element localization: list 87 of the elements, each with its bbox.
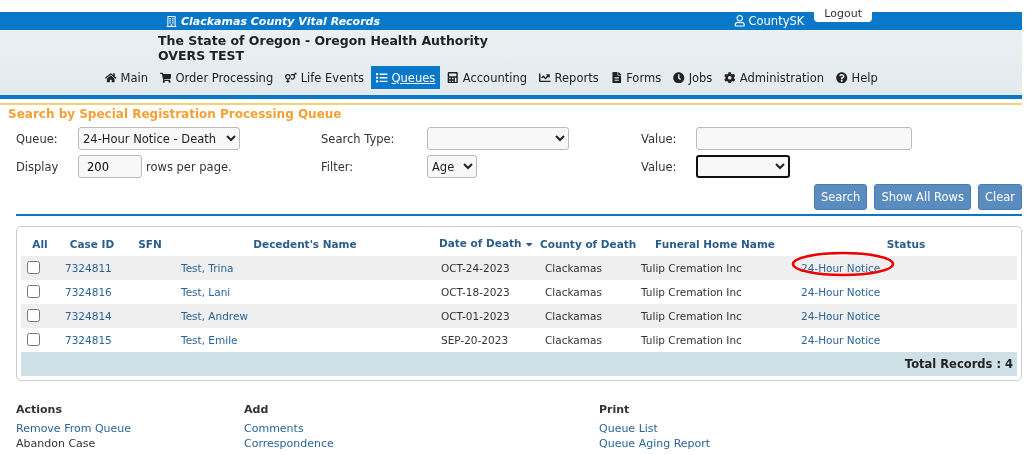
column-header: Status [886, 237, 926, 250]
group-heading: Actions [16, 403, 63, 416]
environment-label: OVERS TEST [158, 48, 246, 63]
gear-icon [724, 71, 736, 84]
home-icon [105, 71, 117, 84]
nav-tab[interactable]: Accounting [442, 66, 533, 89]
table-cell: Tulip Cremation Inc [641, 310, 742, 322]
clock-icon [673, 71, 685, 84]
nav-tab[interactable]: Life Events [280, 66, 370, 89]
filter-select[interactable]: Age [427, 155, 477, 178]
table-cell: Tulip Cremation Inc [641, 286, 742, 298]
row-checkbox[interactable] [27, 308, 40, 322]
table-cell: OCT-18-2023 [441, 286, 510, 298]
table-cell: OCT-24-2023 [441, 262, 510, 274]
action-link[interactable]: Queue Aging Report [599, 437, 899, 450]
app-title: Clackamas County Vital Records [181, 14, 380, 28]
table-cell: OCT-01-2023 [441, 310, 510, 322]
row-checkbox[interactable] [27, 260, 40, 274]
action-link[interactable]: Remove From Queue [16, 422, 244, 435]
rows-field[interactable]: 200 [78, 155, 142, 178]
column-header: Case ID [69, 237, 115, 250]
column-header: SFN [138, 237, 162, 250]
total-records: Total Records : 4 [21, 352, 1017, 376]
group-heading: Print [599, 403, 631, 416]
section-title: Search by Special Registration Processing Queue [7, 106, 343, 123]
nav-tab[interactable]: Jobs [668, 66, 718, 89]
table-cell: Tulip Cremation Inc [641, 334, 742, 346]
nav-tab[interactable]: Administration [719, 66, 829, 89]
nav-tab[interactable]: Order Processing [154, 66, 279, 89]
column-header: Funeral Home Name [655, 237, 775, 250]
name-link[interactable]: Test, Lani [181, 286, 231, 298]
table-cell: Tulip Cremation Inc [641, 262, 742, 274]
gender-icon [285, 71, 297, 84]
table-cell: SEP-20-2023 [441, 334, 509, 346]
search-button[interactable]: Search [813, 184, 868, 210]
field-label: Filter: [321, 159, 355, 174]
user-icon [734, 15, 746, 27]
field-label: Search Type: [321, 131, 396, 146]
line-chart-icon [539, 71, 551, 84]
column-header[interactable]: Date of Death [439, 237, 522, 250]
field-label: rows per page. [146, 159, 232, 174]
column-header: County of Death [540, 237, 637, 250]
building-icon [166, 15, 177, 27]
nav-tab[interactable]: Forms [605, 66, 667, 89]
calculator-icon [447, 71, 459, 84]
table-cell: Clackamas [545, 310, 602, 322]
case-id-link[interactable]: 7324811 [65, 262, 112, 274]
nav-tab[interactable]: Help [831, 66, 883, 89]
status-link[interactable]: 24-Hour Notice [801, 334, 881, 346]
cart-icon [159, 71, 172, 84]
case-id-link[interactable]: 7324816 [65, 286, 112, 298]
user-name: CountySK [734, 14, 805, 28]
nav-tab[interactable]: Main [100, 66, 153, 89]
table-cell: Clackamas [545, 262, 602, 274]
field-label: Display [16, 159, 60, 174]
search-button[interactable]: Show All Rows [874, 184, 971, 210]
nav-tab[interactable]: Queues [371, 66, 441, 89]
action-link[interactable]: Correspondence [244, 437, 599, 450]
group-heading: Add [244, 403, 270, 416]
status-link[interactable]: 24-Hour Notice [801, 286, 881, 298]
field-label: Queue: [16, 131, 59, 146]
document-icon [610, 71, 623, 84]
case-id-link[interactable]: 7324814 [65, 310, 112, 322]
queue-select[interactable]: 24-Hour Notice - Death [78, 127, 240, 150]
column-header: Decedent's Name [253, 237, 357, 250]
action-link[interactable]: Queue List [599, 422, 899, 435]
field-label: Value: [641, 131, 678, 146]
column-header: All [32, 237, 48, 250]
table-cell: Clackamas [545, 334, 602, 346]
name-link[interactable]: Test, Emile [181, 334, 238, 346]
field-label: Value: [641, 159, 678, 174]
help-icon [836, 71, 848, 84]
status-link[interactable]: 24-Hour Notice [801, 310, 881, 322]
name-link[interactable]: Test, Trina [181, 262, 234, 274]
value-select[interactable] [696, 155, 790, 178]
case-id-link[interactable]: 7324815 [65, 334, 112, 346]
list-icon [376, 71, 388, 84]
search-button[interactable]: Clear [977, 184, 1022, 210]
action-link[interactable]: Abandon Case [16, 437, 244, 450]
table-cell: Clackamas [545, 286, 602, 298]
name-link[interactable]: Test, Andrew [181, 310, 248, 322]
action-link[interactable]: Comments [244, 422, 599, 435]
nav-tab[interactable]: Reports [534, 66, 604, 89]
value-field[interactable] [696, 127, 912, 150]
row-checkbox[interactable] [27, 284, 40, 298]
agency-title: The State of Oregon - Oregon Health Authority [158, 33, 489, 48]
row-checkbox[interactable] [27, 332, 40, 346]
